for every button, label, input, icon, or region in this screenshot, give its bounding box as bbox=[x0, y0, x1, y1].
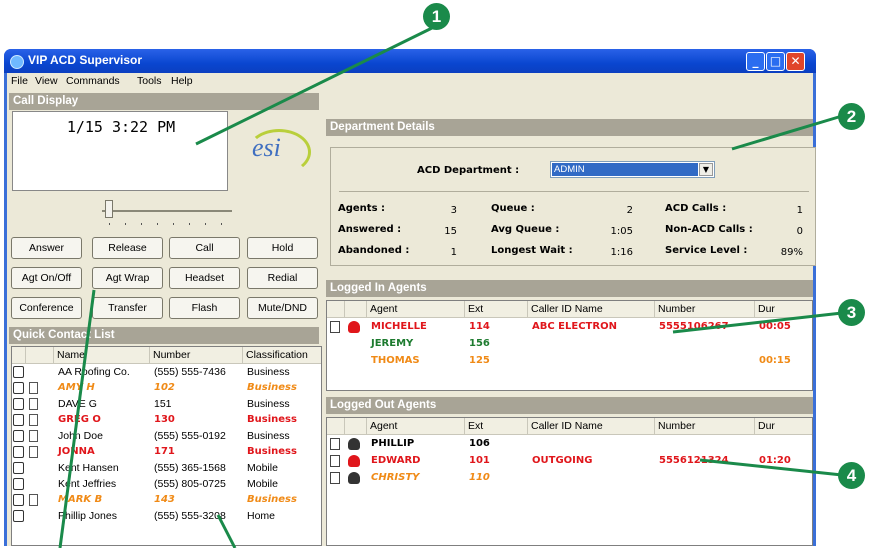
callout-marker-2: 2 bbox=[838, 103, 865, 130]
callout-marker-1: 1 bbox=[423, 3, 450, 30]
callout-marker-3: 3 bbox=[838, 299, 865, 326]
callout-marker-4: 4 bbox=[838, 462, 865, 489]
callout-lines bbox=[58, 26, 843, 548]
